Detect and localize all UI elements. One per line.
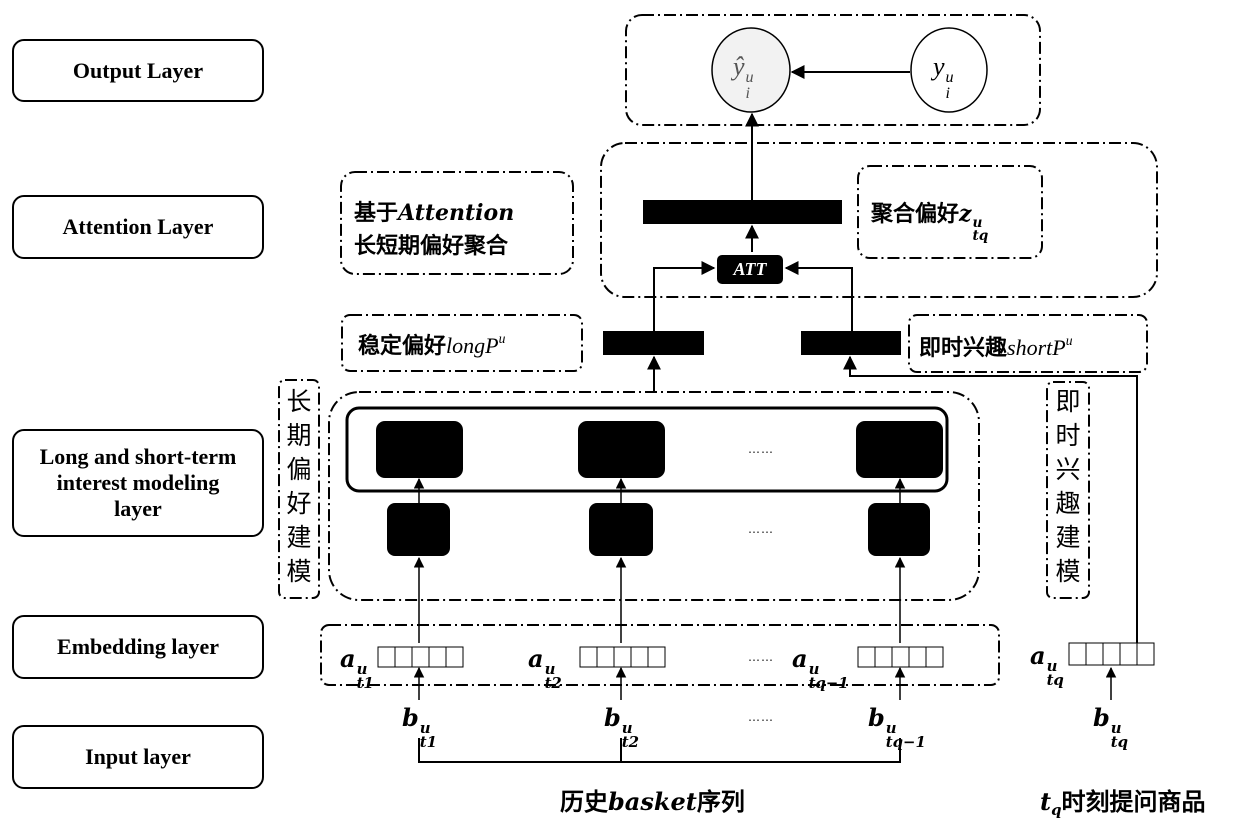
input-sub: t2 xyxy=(621,732,640,751)
emb-sub: tq xyxy=(1046,670,1064,689)
long-preference-en: longP xyxy=(446,333,499,358)
input-symbol: b xyxy=(402,703,419,732)
long-preference-cn: 稳定偏好 xyxy=(358,334,447,359)
rnn-ellipsis: …… xyxy=(748,442,774,456)
embedding-label-2: a u t2 xyxy=(528,644,562,690)
short-preference-label: 即时兴趣shortPu xyxy=(919,330,1073,362)
short-v-char: 模 xyxy=(1055,557,1081,586)
emb-sub: t1 xyxy=(356,673,374,692)
true-symbol: y xyxy=(933,52,945,81)
short-v-char: 趣 xyxy=(1055,489,1081,518)
emb-sub: t2 xyxy=(544,673,562,692)
embedding-vector-3 xyxy=(857,646,944,668)
input-sub: tq−1 xyxy=(885,732,926,751)
long-v-char: 期 xyxy=(286,421,312,450)
input-symbol: b xyxy=(604,703,621,732)
long-to-att-arrow xyxy=(653,261,716,331)
long-term-vertical-label: 长 期 偏 好 建 模 xyxy=(284,385,314,589)
short-term-vertical-label: 即 时 兴 趣 建 模 xyxy=(1053,385,1083,589)
rnn-cell-2 xyxy=(578,421,665,478)
aggregation-sub: tq xyxy=(972,228,989,245)
history-caption: 历史basket序列 xyxy=(560,782,745,817)
att-label: ATT xyxy=(733,259,767,279)
history-cn1: 历史 xyxy=(560,788,608,816)
embedding-label-4: a u tq xyxy=(1030,641,1064,687)
emb-symbol: a xyxy=(528,644,544,673)
short-v-char: 建 xyxy=(1055,523,1081,552)
query-cn: 时刻提问商品 xyxy=(1061,788,1206,816)
embedding-vector-4 xyxy=(1068,642,1155,666)
input-label-3: b u tq−1 xyxy=(868,703,926,749)
short-preference-bar xyxy=(801,331,901,355)
long-v-char: 好 xyxy=(286,489,312,518)
short-v-char: 即 xyxy=(1055,387,1081,416)
query-symbol: t xyxy=(1040,787,1052,816)
aggregation-cn: 聚合偏好 xyxy=(871,202,960,227)
true-sub: i xyxy=(945,84,951,102)
long-preference-sup: u xyxy=(498,330,506,346)
query-caption: tq时刻提问商品 xyxy=(1040,782,1206,819)
long-v-char: 偏 xyxy=(286,455,312,484)
aggregation-symbol: z xyxy=(959,201,972,227)
long-v-char: 建 xyxy=(286,523,312,552)
embedding-vector-2 xyxy=(579,646,666,668)
input-sub: t1 xyxy=(419,732,438,751)
ground-truth-label: yui xyxy=(933,52,954,101)
emb-symbol: a xyxy=(792,644,808,673)
short-v-char: 时 xyxy=(1055,421,1081,450)
emb-symbol: a xyxy=(340,644,356,673)
aggregation-label: 聚合偏好z u tq xyxy=(871,196,988,243)
embedding-label-1: a u t1 xyxy=(340,644,374,690)
embed-cell-1 xyxy=(387,503,450,556)
short-to-att-arrow xyxy=(784,261,853,331)
pred-sup: u xyxy=(745,69,754,87)
long-v-char: 模 xyxy=(286,557,312,586)
history-en: basket xyxy=(608,787,697,816)
history-bracket xyxy=(418,738,901,763)
history-cn2: 序列 xyxy=(696,788,745,816)
embed-cell-3 xyxy=(868,503,930,556)
attention-desc-line1: 基于Attention xyxy=(354,195,514,227)
short-preference-sup: u xyxy=(1065,332,1073,348)
input-sub: tq xyxy=(1110,732,1129,751)
pred-sub: i xyxy=(745,84,751,102)
input-symbol: b xyxy=(1093,703,1110,732)
short-preference-en: shortP xyxy=(1007,335,1066,360)
input-label-4: b u tq xyxy=(1093,703,1128,749)
emb-sub: tq−1 xyxy=(808,673,849,692)
attention-desc-cn: 基于 xyxy=(354,201,399,226)
short-v-char: 兴 xyxy=(1055,455,1081,484)
cell-ellipsis: …… xyxy=(748,522,774,536)
embed-cell-2 xyxy=(589,503,653,556)
input-label-1: b u t1 xyxy=(402,703,437,749)
emb-symbol: a xyxy=(1030,641,1046,670)
aggregated-preference-bar xyxy=(643,200,842,224)
prediction-label: ŷui xyxy=(733,52,754,101)
input-symbol: b xyxy=(868,703,885,732)
embedding-label-3: a u tq−1 xyxy=(792,644,849,690)
attention-desc-line2: 长短期偏好聚合 xyxy=(354,234,509,259)
pred-symbol: ŷ xyxy=(733,52,745,81)
att-module: ATT xyxy=(717,255,783,284)
embedding-vector-1 xyxy=(377,646,464,668)
short-preference-cn: 即时兴趣 xyxy=(919,336,1008,361)
long-preference-bar xyxy=(603,331,704,355)
embedding-ellipsis: …… xyxy=(748,650,774,664)
input-ellipsis: …… xyxy=(748,710,774,724)
true-sup: u xyxy=(945,69,954,87)
rnn-cell-1 xyxy=(376,421,463,478)
long-preference-label: 稳定偏好longPu xyxy=(358,328,505,360)
input-label-2: b u t2 xyxy=(604,703,639,749)
rnn-cell-3 xyxy=(856,421,943,478)
query-sub: q xyxy=(1051,801,1062,820)
long-v-char: 长 xyxy=(286,387,312,416)
attention-desc-en: Attention xyxy=(398,200,515,226)
